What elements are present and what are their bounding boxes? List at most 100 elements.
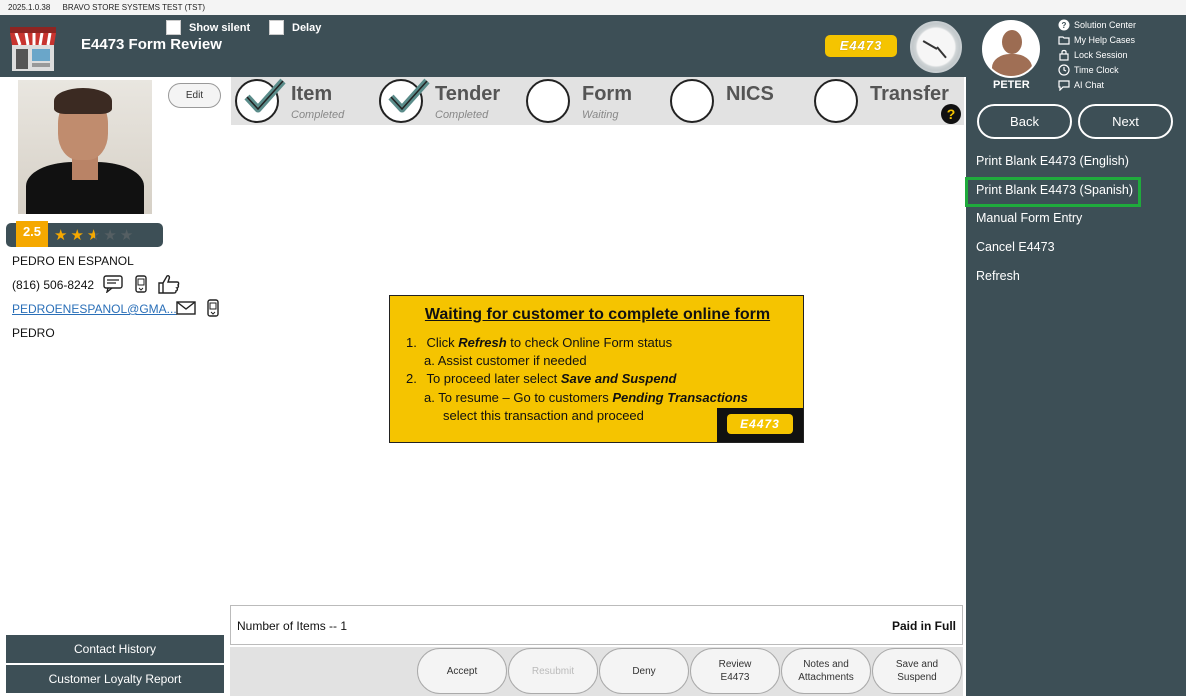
- list-number: 2.: [406, 371, 417, 386]
- waiting-notice: Waiting for customer to complete online …: [389, 295, 804, 443]
- rating-value: 2.5: [16, 221, 48, 247]
- customer-first-name: PEDRO: [12, 326, 55, 340]
- button-label: Attachments: [798, 672, 854, 683]
- delay-label: Delay: [292, 21, 322, 34]
- step-name: Item: [291, 83, 333, 105]
- lock-session-link[interactable]: Lock Session: [1058, 49, 1128, 61]
- notice-text: To proceed later select: [426, 371, 561, 386]
- edit-customer-button[interactable]: Edit: [168, 83, 221, 108]
- notes-attachments-button[interactable]: Notes and Attachments: [781, 648, 871, 694]
- order-summary-bar: Number of Items -- 1 Paid in Full: [230, 605, 963, 645]
- action-bar: Accept Resubmit Deny Review E4473 Notes a…: [230, 647, 963, 696]
- back-button[interactable]: Back: [977, 104, 1072, 139]
- step-status: Completed: [435, 109, 489, 121]
- store-icon: [10, 27, 56, 71]
- checkbox-box[interactable]: [269, 20, 284, 35]
- notice-step-2a-cont: select this transaction and proceed: [443, 408, 644, 423]
- user-name: PETER: [993, 79, 1030, 91]
- customer-name: PEDRO EN ESPANOL: [12, 254, 134, 268]
- step-circle: [526, 79, 570, 123]
- page-title: E4473 Form Review: [81, 36, 222, 53]
- step-name: Tender: [435, 83, 501, 105]
- step-circle: [814, 79, 858, 123]
- notice-step-2: 2. To proceed later select Save and Susp…: [406, 371, 676, 386]
- header: E4473 Form Review Show silent Delay E447…: [0, 15, 966, 77]
- clock-icon: [1058, 64, 1070, 76]
- phone-call-icon[interactable]: [131, 275, 151, 293]
- chat-icon: [1058, 80, 1070, 91]
- deny-button[interactable]: Deny: [599, 648, 689, 694]
- notice-emphasis: Refresh: [458, 335, 507, 350]
- step-circle: [670, 79, 714, 123]
- checkmark-icon: [388, 78, 430, 113]
- user-avatar[interactable]: [982, 20, 1040, 78]
- rating-stars: ★★★★★: [54, 226, 136, 244]
- customer-loyalty-report-button[interactable]: Customer Loyalty Report: [6, 665, 224, 693]
- review-e4473-button[interactable]: Review E4473: [690, 648, 780, 694]
- show-silent-checkbox[interactable]: Show silent: [166, 20, 250, 35]
- main-content: Item Completed Tender Completed Form Wai…: [229, 77, 966, 696]
- accept-button[interactable]: Accept: [417, 648, 507, 694]
- star-empty-icon: ★: [119, 227, 137, 244]
- notice-title: Waiting for customer to complete online …: [424, 306, 771, 323]
- button-label: Suspend: [897, 672, 937, 683]
- help-icon[interactable]: ?: [941, 104, 961, 124]
- email-icon[interactable]: [176, 299, 196, 317]
- checkmark-icon: [244, 78, 286, 113]
- app-version: 2025.1.0.38: [8, 3, 51, 12]
- contact-history-button[interactable]: Contact History: [6, 635, 224, 663]
- button-label: Notes and: [803, 659, 849, 670]
- question-circle-icon: ?: [1058, 19, 1070, 31]
- step-status: Waiting: [582, 109, 619, 121]
- star-icon: ★: [70, 227, 87, 244]
- phone-call-icon[interactable]: [203, 299, 223, 317]
- notice-text: a. To resume – Go to customers: [424, 390, 613, 405]
- item-count: Number of Items -- 1: [237, 619, 348, 633]
- my-help-cases-link[interactable]: My Help Cases: [1058, 34, 1135, 46]
- half-star-icon: ★: [86, 227, 104, 244]
- button-label: Save and: [895, 659, 939, 670]
- clock-icon: [910, 21, 962, 73]
- save-suspend-button[interactable]: Save and Suspend: [872, 648, 962, 694]
- notice-text: Click: [426, 335, 459, 350]
- right-sidebar: PETER ? Solution Center My Help Cases Lo…: [965, 15, 1186, 696]
- next-button[interactable]: Next: [1078, 104, 1173, 139]
- util-label: AI Chat: [1074, 80, 1105, 90]
- print-blank-english-link[interactable]: Print Blank E4473 (English): [976, 154, 1129, 168]
- e4473-logo-text: E4473: [727, 414, 793, 434]
- payment-status: Paid in Full: [891, 619, 956, 633]
- window-titlebar: 2025.1.0.38 BRAVO STORE SYSTEMS TEST (TS…: [0, 0, 1186, 15]
- thumbs-up-icon[interactable]: [157, 274, 181, 294]
- print-blank-spanish-link[interactable]: Print Blank E4473 (Spanish): [976, 183, 1133, 197]
- sms-icon[interactable]: [103, 275, 123, 293]
- list-number: 1.: [406, 335, 417, 350]
- util-label: My Help Cases: [1074, 35, 1136, 45]
- folder-icon: [1058, 36, 1070, 45]
- progress-steps: Item Completed Tender Completed Form Wai…: [231, 77, 964, 125]
- show-silent-label: Show silent: [189, 21, 251, 34]
- button-label: Review: [718, 659, 752, 670]
- util-label: Time Clock: [1074, 65, 1119, 75]
- time-clock-link[interactable]: Time Clock: [1058, 64, 1119, 76]
- refresh-link[interactable]: Refresh: [976, 269, 1020, 283]
- button-label: E4473: [720, 672, 750, 683]
- customer-phone: (816) 506-8242: [12, 278, 95, 292]
- manual-form-entry-link[interactable]: Manual Form Entry: [976, 211, 1082, 225]
- cancel-e4473-link[interactable]: Cancel E4473: [976, 240, 1055, 254]
- step-name: NICS: [726, 83, 774, 105]
- star-empty-icon: ★: [103, 227, 120, 244]
- solution-center-link[interactable]: ? Solution Center: [1058, 19, 1136, 31]
- util-label: Solution Center: [1074, 20, 1137, 30]
- delay-checkbox[interactable]: Delay: [269, 20, 321, 35]
- ai-chat-link[interactable]: AI Chat: [1058, 79, 1104, 91]
- step-status: Completed: [291, 109, 345, 121]
- notice-step-1: 1. Click Refresh to check Online Form st…: [406, 335, 672, 350]
- checkbox-box[interactable]: [166, 20, 181, 35]
- e4473-logo: E4473: [825, 35, 897, 57]
- util-label: Lock Session: [1074, 50, 1128, 60]
- system-name: BRAVO STORE SYSTEMS TEST (TST): [62, 3, 206, 12]
- customer-email-link[interactable]: PEDROENESPANOL@GMA...: [12, 302, 177, 316]
- notice-text: to check Online Form status: [506, 335, 673, 350]
- e4473-logo: E4473: [717, 408, 803, 442]
- resubmit-button[interactable]: Resubmit: [508, 648, 598, 694]
